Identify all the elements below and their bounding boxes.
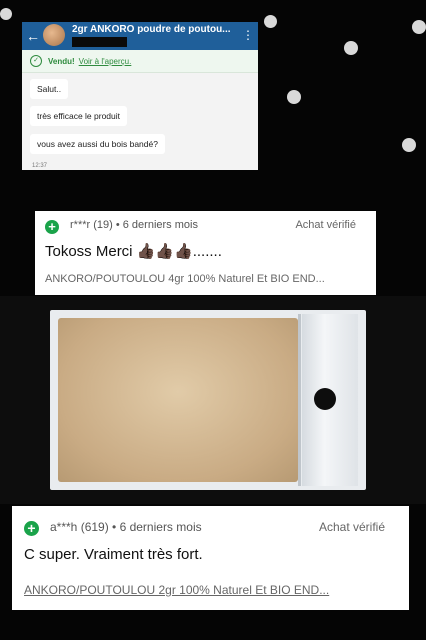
decorative-dot — [344, 41, 358, 55]
chat-message: Salut.. — [30, 79, 69, 99]
chat-title: 2gr ANKORO poudre de poutou... — [72, 24, 231, 35]
verified-purchase: Achat vérifié — [318, 520, 385, 534]
review-user: a***h (619) • 6 derniers mois — [50, 520, 202, 534]
sold-banner: ✓ Vendu! Voir à l'aperçu. — [22, 50, 258, 73]
decorative-dot — [412, 20, 426, 34]
review-product-link[interactable]: ANKORO/POUTOULOU 4gr 100% Naturel Et BIO… — [45, 273, 370, 285]
review-card: + r***r (19) • 6 derniers mois Achat vér… — [35, 211, 376, 295]
avatar — [43, 24, 65, 46]
bag-seal — [298, 314, 301, 486]
review-card: + a***h (619) • 6 derniers mois Achat vé… — [12, 506, 409, 610]
review-text: C super. Vraiment très fort. — [24, 546, 203, 563]
hang-hole — [314, 388, 336, 410]
review-product-link[interactable]: ANKORO/POUTOULOU 2gr 100% Naturel Et BIO… — [24, 583, 404, 597]
chat-header: ← 2gr ANKORO poudre de poutou... ⋮ — [22, 22, 258, 50]
sold-label: Vendu! — [48, 56, 75, 66]
powder — [58, 318, 298, 482]
review-user: r***r (19) • 6 derniers mois — [70, 219, 198, 231]
message-time: 12:37 — [32, 163, 48, 169]
decorative-dot — [264, 15, 277, 28]
chat-body: Salut.. très efficace le produit vous av… — [22, 73, 258, 170]
chat-message: très efficace le produit — [30, 106, 127, 126]
preview-link[interactable]: Voir à l'aperçu. — [79, 57, 132, 66]
redacted-name — [72, 37, 127, 47]
chat-message: vous avez aussi du bois bandé? — [30, 134, 165, 154]
decorative-dot — [402, 138, 416, 152]
check-circle-icon: ✓ — [30, 55, 42, 67]
decorative-dot — [287, 90, 301, 104]
verified-purchase: Achat vérifié — [295, 219, 356, 231]
back-arrow-icon[interactable]: ← — [26, 27, 40, 45]
powder-bag — [50, 310, 366, 490]
decorative-dot — [0, 8, 12, 20]
product-photo — [0, 296, 426, 504]
review-text: Tokoss Merci 👍🏿👍🏿👍🏿....... — [45, 243, 222, 260]
kebab-menu-icon[interactable]: ⋮ — [242, 27, 254, 43]
plus-circle-icon: + — [45, 220, 59, 234]
plus-circle-icon: + — [24, 521, 39, 536]
chat-screenshot: ← 2gr ANKORO poudre de poutou... ⋮ ✓ Ven… — [22, 22, 258, 170]
